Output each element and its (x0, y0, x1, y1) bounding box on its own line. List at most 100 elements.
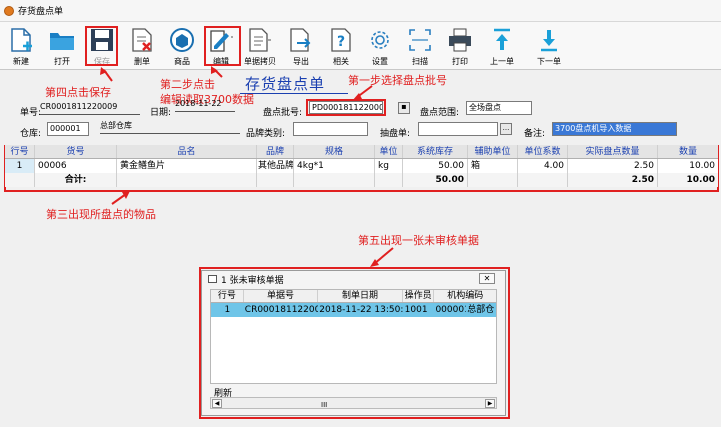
grid-header: 行号 货号 品名 品牌 规格 单位 系统库存 辅助单位 单位系数 实际盘点数量 … (5, 145, 718, 159)
delete-doc-button[interactable]: 删单 (123, 24, 161, 68)
brand-label: 品牌类别: (246, 129, 286, 139)
delete-doc-icon (132, 28, 152, 52)
new-label: 新建 (13, 57, 29, 66)
doc-no-value: CR0001811220009 (40, 101, 140, 115)
unapproved-docs-window: 1 张未审核单据 ✕ 行号 单据号 制单日期 操作员 机构编码 1 CR0001… (201, 270, 506, 416)
range-input[interactable]: 全场盘点 (466, 101, 532, 115)
pcell-row-no: 1 (224, 305, 231, 315)
summary-qty: 10.00 (686, 175, 715, 185)
remark-label: 备注: (524, 129, 546, 139)
related-button[interactable]: ? 相关 (322, 24, 360, 68)
pcell-operator[interactable]: 1001 (403, 303, 435, 317)
batch-label: 盘点批号: (263, 108, 303, 118)
batch-input[interactable]: PD0001811220009 (309, 101, 383, 114)
cell-stock[interactable]: 50.00 (403, 159, 468, 173)
counter-lookup-button[interactable]: ... (500, 123, 512, 135)
remark-input[interactable]: 3700盘点机导入数据 (552, 122, 677, 136)
settings-button[interactable]: 设置 (361, 24, 399, 68)
arrow-up-icon (494, 28, 510, 50)
prev-doc-label: 上一单 (490, 57, 514, 66)
goods-icon (170, 28, 194, 52)
print-button[interactable]: 打印 (441, 24, 479, 68)
edit-label: 编辑 (213, 57, 229, 66)
col-actual: 实际盘点数量 (568, 145, 658, 158)
doc-no-label: 单号: (20, 108, 42, 118)
counter-input[interactable] (418, 122, 498, 136)
pcell-date[interactable]: 2018-11-22 13:50:39 (318, 303, 402, 317)
scroll-left-icon[interactable]: ◀ (212, 399, 222, 408)
delete-doc-label: 删单 (134, 57, 150, 66)
related-label: 相关 (333, 57, 349, 66)
col-brand: 品牌 (257, 145, 294, 158)
printer-icon (449, 28, 471, 52)
scan-icon (409, 29, 431, 51)
app-icon (4, 5, 14, 16)
cell-aux-unit[interactable]: 箱 (468, 159, 518, 173)
scroll-right-icon[interactable]: ▶ (485, 399, 495, 408)
warehouse-code-input[interactable]: 000001 (47, 122, 89, 136)
goods-button[interactable]: 商品 (163, 24, 201, 68)
pcol-operator: 操作员 (403, 290, 435, 302)
next-doc-button[interactable]: 下一单 (530, 24, 568, 68)
cell-unit[interactable]: kg (375, 159, 403, 173)
summary-label: 合计: (35, 173, 117, 187)
pcell-org-code[interactable]: 000001 (434, 303, 466, 317)
settings-label: 设置 (372, 57, 388, 66)
save-button[interactable]: 保存 (83, 24, 121, 68)
col-row-no: 行号 (5, 145, 35, 158)
export-button[interactable]: 导出 (282, 24, 320, 68)
gear-icon (371, 31, 389, 49)
cell-qty[interactable]: 10.00 (658, 159, 718, 173)
print-label: 打印 (452, 57, 468, 66)
pcol-org-code: 机构编码 (447, 291, 484, 301)
close-icon[interactable]: ✕ (479, 273, 495, 284)
edit-button[interactable]: 编辑 (202, 24, 240, 68)
warehouse-name: 总部仓库 (100, 120, 240, 134)
cell-actual[interactable]: 2.50 (568, 159, 658, 173)
cell-row-no: 1 (5, 159, 35, 173)
warehouse-label: 仓库: (20, 129, 42, 139)
window-title: 存货盘点单 (18, 7, 64, 17)
col-unit: 单位 (375, 145, 403, 158)
form-title: 存货盘点单 (245, 75, 326, 93)
export-label: 导出 (293, 57, 309, 66)
popup-title-bar: 1 张未审核单据 (202, 271, 505, 287)
horizontal-scrollbar[interactable]: ◀ III ▶ (210, 397, 497, 409)
range-label: 盘点范围: (420, 108, 460, 118)
cell-brand[interactable]: 其他品牌 (257, 159, 294, 173)
cell-code[interactable]: 00006 (35, 159, 117, 173)
date-value[interactable]: 2018-11-22 (175, 98, 235, 112)
open-button[interactable]: 打开 (43, 24, 81, 68)
prev-doc-button[interactable]: 上一单 (483, 24, 521, 68)
brand-input[interactable] (293, 122, 368, 136)
pcell-org-name[interactable]: 总部仓 (466, 303, 496, 317)
new-doc-icon (11, 28, 32, 52)
scan-button[interactable]: 扫描 (401, 24, 439, 68)
edit-icon (210, 30, 233, 52)
counter-label: 抽盘单: (380, 129, 411, 139)
pcol-date: 制单日期 (318, 290, 403, 302)
svg-text:?: ? (337, 34, 345, 50)
export-icon (290, 28, 311, 52)
note-step2-line1: 第二步点击 (160, 78, 215, 91)
col-code: 货号 (35, 145, 117, 158)
cell-spec[interactable]: 4kg*1 (294, 159, 375, 173)
copy-doc-button[interactable]: 单据拷贝 (241, 24, 279, 68)
unapproved-docs-grid: 行号 单据号 制单日期 操作员 机构编码 1 CR0001811220009 2… (210, 289, 497, 384)
table-row[interactable]: 1 CR0001811220009 2018-11-22 13:50:39 10… (211, 303, 496, 317)
note-step3: 第三出现所盘点的物品 (46, 208, 156, 221)
batch-lookup-button[interactable]: ▪ (398, 102, 410, 114)
cell-factor[interactable]: 4.00 (518, 159, 568, 173)
toolbar: 新建 打开 保存 删单 商品 编辑 单据拷贝 导出 ? 相关 设置 扫描 打印 … (0, 22, 721, 70)
cell-name[interactable]: 黄金鳝鱼片 (117, 159, 257, 173)
save-label: 保存 (94, 57, 110, 66)
form-title-underline (240, 93, 348, 94)
pcol-row-no: 行号 (211, 290, 244, 302)
pcell-doc-no[interactable]: CR0001811220009 (244, 303, 318, 317)
new-button[interactable]: 新建 (2, 24, 40, 68)
table-row[interactable]: 1 00006 黄金鳝鱼片 其他品牌 4kg*1 kg 50.00 箱 4.00… (5, 159, 718, 173)
col-qty: 数量 (678, 147, 697, 157)
next-doc-label: 下一单 (537, 57, 561, 66)
copy-doc-icon (249, 28, 271, 52)
scroll-thumb[interactable]: III (321, 401, 327, 409)
